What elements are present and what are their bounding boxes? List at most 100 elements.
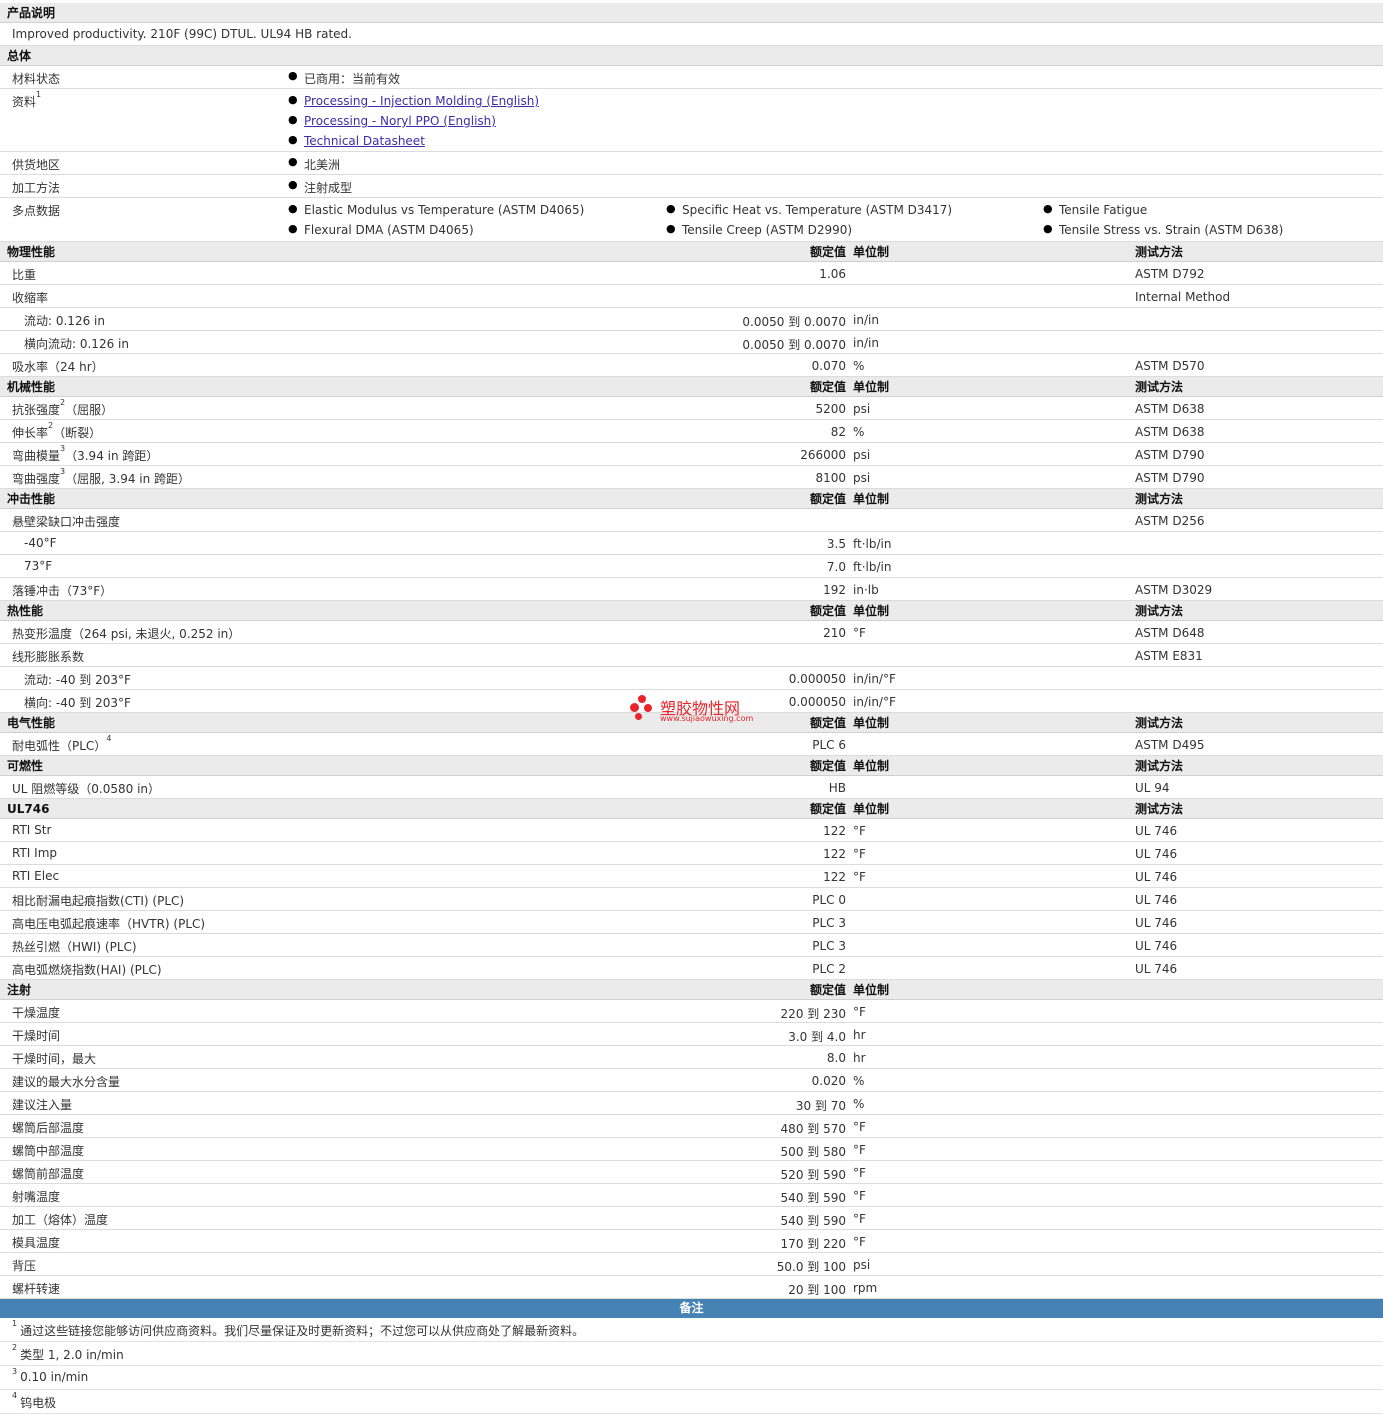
- property-method: Internal Method: [1135, 290, 1231, 304]
- property-method: ASTM D3029: [1135, 583, 1213, 597]
- property-value: 192: [823, 583, 846, 597]
- property-row: 悬壁梁缺口冲击强度 ASTM D256: [0, 509, 1383, 532]
- property-row: 螺杆转速 20 到 100 rpm: [0, 1276, 1383, 1299]
- property-row: 热变形温度（264 psi, 未退火, 0.252 in） 210 °F ASTM D…: [0, 621, 1383, 644]
- property-row: 弯曲强度3（屈服, 3.94 in 跨距） 8100 psi ASTM D790: [0, 466, 1383, 489]
- section-header-physical: 物理性能 额定值 单位制 测试方法: [0, 242, 1383, 262]
- property-label: 吸水率（24 hr）: [12, 360, 104, 374]
- property-row: 伸长率2（断裂） 82% ASTM D638: [0, 420, 1383, 443]
- property-value: PLC 3: [812, 916, 846, 930]
- property-value: 3.0 到 4.0: [788, 1030, 846, 1044]
- header-unit: 单位制: [853, 604, 890, 618]
- property-value: 0.000050: [788, 672, 846, 686]
- property-label: 比重: [12, 268, 37, 282]
- property-row: 建议的最大水分含量 0.020%: [0, 1069, 1383, 1092]
- property-unit: in/in: [853, 313, 879, 327]
- property-row: 吸水率（24 hr） 0.070% ASTM D570: [0, 354, 1383, 377]
- section-title: UL746: [7, 802, 50, 816]
- header-value: 额定值: [809, 380, 846, 394]
- section-title: 产品说明: [7, 6, 56, 20]
- section-header-ul746: UL746 额定值 单位制 测试方法: [0, 799, 1383, 819]
- property-row: 73°F 7.0 ft·lb/in: [0, 555, 1383, 578]
- doc-link-injection-molding[interactable]: Processing - Injection Molding (English): [288, 93, 539, 108]
- property-method: UL 746: [1135, 939, 1178, 953]
- property-row: 干燥温度 220 到 230 °F: [0, 1000, 1383, 1023]
- section-header-impact: 冲击性能 额定值 单位制 测试方法: [0, 489, 1383, 509]
- property-method: ASTM D790: [1135, 448, 1205, 462]
- property-row: 建议注入量 30 到 70%: [0, 1092, 1383, 1115]
- property-label: 模具温度: [12, 1236, 61, 1250]
- section-title: 冲击性能: [7, 492, 56, 506]
- note-row: 2类型 1, 2.0 in/min: [0, 1342, 1383, 1366]
- note-row: 3 0.10 in/min: [0, 1366, 1383, 1390]
- property-value: PLC 3: [812, 939, 846, 953]
- description-text: Improved productivity. 210F (99C) DTUL. …: [12, 27, 352, 41]
- property-label: 相比耐漏电起痕指数(CTI) (PLC): [12, 894, 185, 908]
- property-unit: psi: [853, 448, 871, 462]
- property-label: 螺筒前部温度: [12, 1167, 85, 1181]
- property-row: 高电压电弧起痕速率（HVTR) (PLC) PLC 3 UL 746: [0, 911, 1383, 934]
- note-text: 2类型 1, 2.0 in/min: [12, 1343, 124, 1362]
- section-header-injection: 注射 额定值 单位制: [0, 980, 1383, 1000]
- property-label: RTI Str: [12, 823, 52, 837]
- property-value: 540 到 590: [780, 1214, 846, 1228]
- property-unit: in·lb: [853, 583, 879, 597]
- property-method: UL 746: [1135, 824, 1178, 838]
- region-row: 供货地区 北美洲: [0, 152, 1383, 175]
- property-value: 0.0050 到 0.0070: [742, 315, 846, 329]
- region-value: 北美洲: [288, 155, 340, 173]
- property-label: 热丝引燃（HWI) (PLC): [12, 940, 137, 954]
- property-label: 螺筒中部温度: [12, 1144, 85, 1158]
- section-title: 总体: [7, 49, 32, 63]
- property-label: 抗张强度2（屈服）: [12, 398, 114, 417]
- property-row: 干燥时间，最大 8.0 hr: [0, 1046, 1383, 1069]
- status-value: 已商用：当前有效: [288, 69, 400, 87]
- property-row: -40°F 3.5 ft·lb/in: [0, 532, 1383, 555]
- property-label: 73°F: [24, 559, 53, 573]
- property-value: 170 到 220: [780, 1237, 846, 1251]
- property-label: 干燥时间，最大: [12, 1052, 97, 1066]
- header-method: 测试方法: [1135, 759, 1184, 773]
- status-label: 材料状态: [12, 72, 61, 86]
- multipoint-item: Specific Heat vs. Temperature (ASTM D341…: [666, 202, 952, 217]
- property-label: 收缩率: [12, 291, 49, 305]
- property-row: 线形膨胀系数 ASTM E831: [0, 644, 1383, 667]
- doc-link-technical-datasheet[interactable]: Technical Datasheet: [288, 133, 425, 148]
- property-unit: °F: [853, 824, 866, 838]
- property-value: 8.0: [826, 1051, 846, 1065]
- property-label: 流动: -40 到 203°F: [24, 673, 131, 687]
- multipoint-row: 多点数据 Elastic Modulus vs Temperature (AST…: [0, 198, 1383, 242]
- property-value: 122: [823, 870, 846, 884]
- section-title: 电气性能: [7, 716, 56, 730]
- multipoint-item: Flexural DMA (ASTM D4065): [288, 222, 474, 237]
- property-value: 0.0050 到 0.0070: [742, 338, 846, 352]
- header-unit: 单位制: [853, 245, 890, 259]
- property-label: 建议注入量: [12, 1098, 73, 1112]
- section-title: 可燃性: [7, 759, 44, 773]
- property-row: 加工（熔体）温度 540 到 590 °F: [0, 1207, 1383, 1230]
- header-value: 额定值: [809, 492, 846, 506]
- section-header-flammability: 可燃性 额定值 单位制 测试方法: [0, 756, 1383, 776]
- header-method: 测试方法: [1135, 380, 1184, 394]
- region-label: 供货地区: [12, 158, 61, 172]
- property-value: 3.5: [826, 537, 846, 551]
- doc-link-noryl-ppo[interactable]: Processing - Noryl PPO (English): [288, 113, 496, 128]
- note-row: 4钨电极: [0, 1390, 1383, 1414]
- property-label: 流动: 0.126 in: [24, 314, 105, 328]
- property-row: 热丝引燃（HWI) (PLC) PLC 3 UL 746: [0, 934, 1383, 957]
- property-value: 540 到 590: [780, 1191, 846, 1205]
- property-label: 建议的最大水分含量: [12, 1075, 121, 1089]
- property-unit: °F: [853, 1120, 866, 1134]
- property-method: ASTM D638: [1135, 402, 1205, 416]
- method-label: 加工方法: [12, 181, 61, 195]
- property-unit: °F: [853, 1143, 866, 1157]
- property-method: ASTM D495: [1135, 738, 1205, 752]
- property-unit: °F: [853, 870, 866, 884]
- section-header-mechanical: 机械性能 额定值 单位制 测试方法: [0, 377, 1383, 397]
- property-label: 弯曲强度3（屈服, 3.94 in 跨距）: [12, 467, 191, 486]
- property-method: UL 746: [1135, 870, 1178, 884]
- header-value: 额定值: [809, 759, 846, 773]
- property-value: 480 到 570: [780, 1122, 846, 1136]
- property-value: 122: [823, 847, 846, 861]
- property-row: 射嘴温度 540 到 590 °F: [0, 1184, 1383, 1207]
